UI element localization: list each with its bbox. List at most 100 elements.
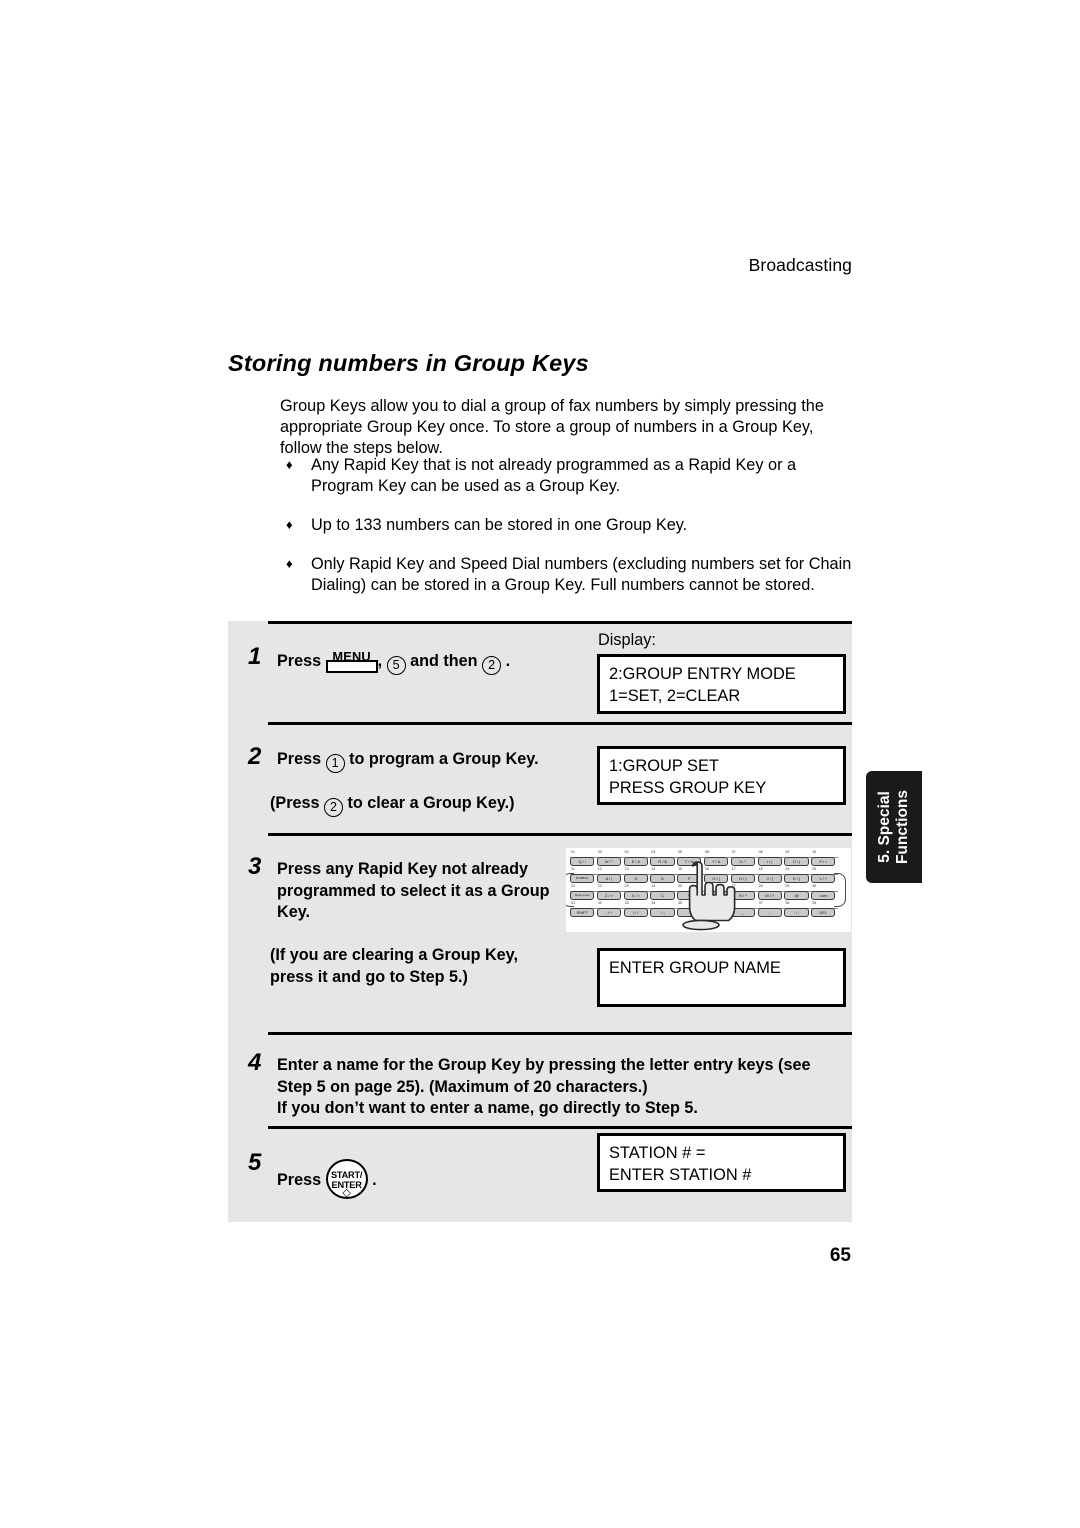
running-head: Broadcasting: [748, 255, 852, 275]
keyboard-key[interactable]: L / +: [811, 874, 836, 883]
keyboard-key-number: 03: [624, 850, 629, 854]
keyboard-key[interactable]: A / |: [596, 874, 622, 883]
keyboard-key[interactable]: -: [757, 908, 782, 917]
keyboard-key[interactable]: X / >: [623, 891, 648, 900]
period: .: [372, 1171, 377, 1189]
keyboard-key-number: 13: [624, 867, 629, 871]
keyboard-key[interactable]: P / =: [811, 857, 836, 866]
step-divider: [268, 722, 852, 725]
step-divider: [268, 1032, 852, 1035]
keyboard-key-number: 09: [785, 850, 790, 854]
step-number: 1: [248, 643, 262, 670]
side-tab-line-1: 5. Special: [876, 791, 893, 863]
step-4-line-1: Enter a name for the Group Key by pressi…: [277, 1056, 811, 1074]
and-then-label: and then: [410, 652, 478, 670]
step-3-line-3: Key.: [277, 903, 310, 921]
keyboard-key[interactable]: K / ]: [784, 874, 809, 883]
numeric-key-1-icon[interactable]: 1: [325, 754, 345, 773]
start-enter-key-icon[interactable]: START/ ENTER ◇: [325, 1159, 368, 1199]
period: .: [505, 652, 511, 670]
keyboard-key-number: 29: [785, 884, 790, 888]
diamond-bullet-icon: ♦: [286, 457, 293, 472]
keyboard-key-number: 23: [624, 884, 629, 888]
lcd-display-step5: STATION # = ENTER STATION #: [597, 1133, 846, 1192]
keyboard-key-number: 24: [651, 884, 656, 888]
keyboard-key[interactable]: SYMBOL: [570, 874, 595, 883]
step-3-instruction-primary: Press any Rapid Key not already programm…: [277, 859, 577, 924]
list-item-text: Any Rapid Key that is not already progra…: [311, 456, 797, 495]
step-4-line-2: Step 5 on page 25). (Maximum of 20 chara…: [277, 1077, 648, 1096]
step-divider: [268, 833, 852, 836]
lcd-line: 1=SET, 2=CLEAR: [609, 686, 741, 705]
keyboard-key-number: 33: [624, 901, 629, 905]
keyboard-key-number: 06: [705, 850, 709, 854]
list-item-text: Up to 133 numbers can be stored in one G…: [311, 516, 688, 534]
lcd-line: ENTER STATION #: [609, 1165, 752, 1184]
keyboard-key[interactable]: - / ^: [596, 908, 622, 917]
keyboard-key-number: 34: [651, 901, 656, 905]
lcd-display-step3: ENTER GROUP NAME: [597, 948, 846, 1007]
page-title: Storing numbers in Group Keys: [228, 349, 589, 376]
keyboard-key-number: 04: [651, 850, 656, 854]
numeric-key-5-icon[interactable]: 5: [386, 656, 406, 675]
letter-entry-keyboard-illustration: Q / ! 01 W / " 02 E / #03 R / $04 T / % 05 Y / &…: [566, 848, 851, 932]
keyboard-key-number: 22: [597, 884, 602, 888]
page-number: 65: [829, 1245, 851, 1266]
keyboard-key-number: 14: [651, 867, 656, 871]
step-2-clear-text: to clear a Group Key.): [347, 794, 515, 812]
keyboard-key[interactable]: O / ): [784, 857, 809, 866]
numeric-key-2-icon[interactable]: 2: [482, 656, 502, 675]
keyboard-key-number: 38: [785, 901, 790, 905]
step-4-instruction: Enter a name for the Group Key by pressi…: [277, 1055, 847, 1120]
paren-press-label: (Press: [270, 794, 320, 812]
keyboard-key[interactable]: I / (: [757, 857, 782, 866]
step-divider: [268, 621, 852, 624]
keyboard-key[interactable]: Q / !: [570, 857, 595, 866]
keyboard-key-number: 07: [731, 850, 736, 854]
list-item: ♦ Up to 133 numbers can be stored in one…: [280, 515, 860, 536]
step-3-line-4: (If you are clearing a Group Key,: [270, 946, 518, 964]
lcd-display-step1: 2:GROUP ENTRY MODE 1=SET, 2=CLEAR: [597, 654, 846, 714]
notes-bullet-list: ♦ Any Rapid Key that is not already prog…: [280, 455, 860, 614]
menu-key-icon[interactable]: MENU: [325, 649, 378, 673]
diamond-bullet-icon: ♦: [286, 556, 293, 571]
diamond-bullet-icon: ♦: [286, 517, 293, 532]
keyboard-key-number: 12: [597, 867, 602, 871]
keyboard-key-number: 31: [571, 901, 575, 905]
keyboard-key[interactable]: / / \: [623, 908, 648, 917]
lcd-display-step2: 1:GROUP SET PRESS GROUP KEY: [597, 746, 846, 805]
keyboard-key[interactable]: . / ,: [784, 908, 809, 917]
keyboard-key-number: 20: [812, 867, 817, 871]
chapter-side-tab-label: 5. Special Functions: [876, 790, 912, 864]
keyboard-key[interactable]: DEL: [811, 908, 836, 917]
keyboard-key-number: 30: [812, 884, 817, 888]
step-2-instruction-primary: Press 1 to program a Group Key.: [277, 749, 607, 773]
keyboard-key-number: 28: [758, 884, 763, 888]
procedure-panel: 1 Press MENU , 5 and then 2 . Display: 2…: [228, 621, 852, 1222]
keyboard-key[interactable]: E / #: [623, 857, 648, 866]
keyboard-key[interactable]: .com: [811, 891, 836, 900]
keyboard-key[interactable]: W / ": [596, 857, 622, 866]
keyboard-key[interactable]: J / [: [757, 874, 782, 883]
keyboard-key[interactable]: Caps Lock: [570, 891, 595, 900]
keyboard-key-number: 11: [571, 867, 575, 871]
lcd-line: ENTER GROUP NAME: [609, 959, 781, 977]
keyboard-key-number: 39: [812, 901, 817, 905]
keyboard-key-number: 32: [597, 901, 602, 905]
keyboard-key[interactable]: @: [784, 891, 809, 900]
keyboard-key[interactable]: Z / <: [596, 891, 622, 900]
keyboard-key-number: 08: [758, 850, 763, 854]
keyboard-key[interactable]: M / ?: [757, 891, 782, 900]
step-3-line-1: Press any Rapid Key not already: [277, 860, 529, 878]
lcd-line: 1:GROUP SET: [609, 757, 719, 775]
step-3-line-5: press it and go to Step 5.): [270, 967, 468, 986]
keyboard-key[interactable]: S: [623, 874, 648, 883]
step-number: 5: [248, 1149, 262, 1176]
step-3-line-2: programmed to select it as a Group: [277, 881, 550, 900]
keyboard-key[interactable]: SHIFT: [570, 908, 595, 917]
press-label: Press: [277, 750, 322, 768]
numeric-key-2-icon[interactable]: 2: [324, 798, 343, 817]
intro-paragraph: Group Keys allow you to dial a group of …: [280, 397, 824, 458]
step-2-text-after-key: to program a Group Key.: [349, 750, 539, 768]
list-item: ♦ Only Rapid Key and Speed Dial numbers …: [280, 554, 860, 596]
